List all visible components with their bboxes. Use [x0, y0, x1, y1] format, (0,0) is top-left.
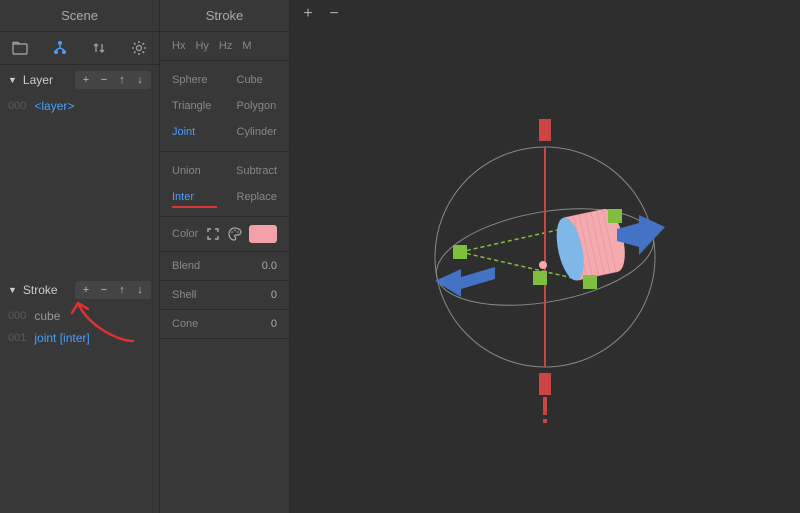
color-swatch[interactable] [249, 225, 277, 243]
gizmo-handle[interactable] [608, 209, 622, 223]
shape-polygon[interactable]: Polygon [225, 93, 290, 119]
layer-up-button[interactable]: ↑ [115, 73, 129, 87]
layer-list: 000 <layer> [0, 95, 159, 275]
chevron-down-icon: ▼ [8, 285, 17, 295]
hatch-hx[interactable]: Hx [172, 40, 185, 52]
stroke-section-buttons: + − ↑ ↓ [75, 281, 151, 299]
gear-icon[interactable] [131, 40, 147, 56]
stroke-down-button[interactable]: ↓ [133, 283, 147, 297]
gizmo-handle[interactable] [453, 245, 467, 259]
cone-label: Cone [172, 318, 265, 330]
shell-row[interactable]: Shell 0 [160, 281, 289, 310]
hatch-hy[interactable]: Hy [195, 40, 208, 52]
viewport-toolbar: + − [300, 6, 342, 22]
op-inter[interactable]: Inter [160, 184, 225, 210]
layer-remove-button[interactable]: − [97, 73, 111, 87]
op-subtract[interactable]: Subtract [224, 158, 289, 184]
hatch-row: Hx Hy Hz M [160, 32, 289, 61]
stroke-properties-panel: Stroke Hx Hy Hz M Sphere Cube Triangle P… [160, 0, 290, 513]
gizmo-handle[interactable] [533, 271, 547, 285]
hierarchy-icon[interactable] [52, 40, 68, 56]
stroke-remove-button[interactable]: − [97, 283, 111, 297]
color-label: Color [172, 228, 199, 240]
stroke-add-button[interactable]: + [79, 283, 93, 297]
shape-grid: Sphere Cube Triangle Polygon Joint Cylin… [160, 61, 289, 152]
cone-value: 0 [271, 318, 277, 330]
shape-cylinder[interactable]: Cylinder [225, 119, 290, 145]
blend-row[interactable]: Blend 0.0 [160, 252, 289, 281]
layer-section-header[interactable]: ▼ Layer + − ↑ ↓ [0, 65, 159, 95]
stroke-section-label: Stroke [23, 283, 69, 297]
cone-row[interactable]: Cone 0 [160, 310, 289, 339]
color-row: Color [160, 217, 289, 252]
op-replace[interactable]: Replace [225, 184, 290, 210]
viewport-remove-button[interactable]: − [326, 6, 342, 22]
3d-gizmo[interactable] [365, 57, 725, 457]
scene-toolbar [0, 32, 159, 65]
list-item[interactable]: 001 joint [inter] [0, 327, 159, 349]
blend-label: Blend [172, 260, 256, 272]
hatch-hz[interactable]: Hz [219, 40, 232, 52]
gizmo-handle[interactable] [583, 275, 597, 289]
layer-add-button[interactable]: + [79, 73, 93, 87]
op-grid: Union Subtract Inter Replace [160, 152, 289, 217]
op-union[interactable]: Union [160, 158, 224, 184]
layer-down-button[interactable]: ↓ [133, 73, 147, 87]
shell-label: Shell [172, 289, 265, 301]
stroke-section-header[interactable]: ▼ Stroke + − ↑ ↓ [0, 275, 159, 305]
stroke-panel-title: Stroke [160, 0, 289, 32]
shape-cube[interactable]: Cube [225, 67, 290, 93]
stroke-up-button[interactable]: ↑ [115, 283, 129, 297]
palette-icon[interactable] [227, 226, 243, 242]
layer-section-buttons: + − ↑ ↓ [75, 71, 151, 89]
scene-panel-title: Scene [0, 0, 159, 32]
folder-icon[interactable] [12, 40, 28, 56]
layer-section-label: Layer [23, 73, 69, 87]
scene-panel: Scene ▼ Layer + − ↑ ↓ 000 <layer> ▼ S [0, 0, 160, 513]
gizmo-y-neg-handle[interactable] [539, 373, 551, 395]
updown-icon[interactable] [91, 40, 107, 56]
gizmo-x-axis[interactable] [435, 215, 665, 297]
viewport[interactable]: + − [290, 0, 800, 513]
blend-value: 0.0 [262, 260, 277, 272]
shape-sphere[interactable]: Sphere [160, 67, 225, 93]
shape-triangle[interactable]: Triangle [160, 93, 225, 119]
warning-icon [543, 397, 547, 423]
list-item[interactable]: 000 cube [0, 305, 159, 327]
stroke-list: 000 cube 001 joint [inter] [0, 305, 159, 349]
fullscreen-icon[interactable] [205, 226, 221, 242]
list-item[interactable]: 000 <layer> [0, 95, 159, 117]
hatch-m[interactable]: M [242, 40, 251, 52]
shape-joint[interactable]: Joint [160, 119, 225, 145]
shell-value: 0 [271, 289, 277, 301]
chevron-down-icon: ▼ [8, 75, 17, 85]
gizmo-y-pos-handle[interactable] [539, 119, 551, 141]
viewport-add-button[interactable]: + [300, 6, 316, 22]
